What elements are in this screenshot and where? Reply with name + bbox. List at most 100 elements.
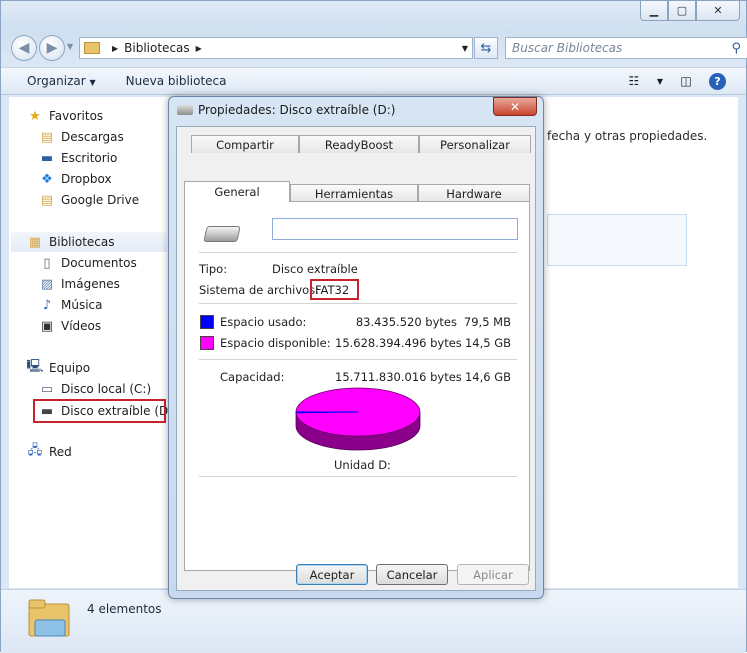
nav-desktop[interactable]: ▬ Escritorio: [39, 148, 118, 168]
search-icon[interactable]: ⚲: [731, 41, 741, 56]
capacity-label: Capacidad:: [220, 370, 285, 384]
type-value: Disco extraíble: [272, 262, 358, 276]
removable-drive-icon: [177, 105, 193, 115]
recent-pages-dropdown-icon[interactable]: ▼: [67, 42, 73, 51]
new-library-button[interactable]: Nueva biblioteca: [126, 74, 227, 88]
library-hint-box: [547, 214, 687, 266]
navigation-pane: ★ Favoritos ▤ Descargas ▬ Escritorio ❖ D…: [9, 97, 177, 588]
general-tab-panel: Tipo: Disco extraíble Sistema de archivo…: [184, 201, 530, 571]
capacity-size: 14,6 GB: [464, 370, 511, 384]
nav-downloads-label: Descargas: [61, 130, 124, 144]
toolbar-right: ☷ ▼ ◫ ?: [625, 72, 726, 90]
breadcrumb-chevron-icon[interactable]: ▶: [196, 44, 202, 53]
local-disk-icon: ▭: [40, 381, 54, 397]
forward-arrow-icon: ▶: [46, 40, 58, 56]
nav-network-label: Red: [49, 445, 72, 459]
separator: [199, 303, 517, 304]
command-bar: Organizar ▼ Nueva biblioteca ☷ ▼ ◫ ?: [1, 67, 746, 95]
nav-music[interactable]: ♪ Música: [39, 295, 103, 315]
nav-computer-label: Equipo: [49, 361, 91, 375]
nav-local-disk-c[interactable]: ▭ Disco local (C:): [39, 379, 151, 399]
maximize-icon: ▢: [676, 4, 688, 17]
tab-compartir[interactable]: Compartir: [191, 135, 299, 153]
volume-label-input[interactable]: [272, 218, 518, 240]
computer-icon: 🖳: [26, 359, 44, 374]
separator: [199, 476, 517, 477]
properties-dialog: Propiedades: Disco extraíble (D:) ✕ Comp…: [168, 96, 544, 599]
nav-documents-label: Documentos: [61, 256, 137, 270]
nav-pictures-label: Imágenes: [61, 277, 120, 291]
tab-readyboost[interactable]: ReadyBoost: [299, 135, 419, 153]
libraries-icon: ▦: [28, 234, 42, 250]
tab-hardware[interactable]: Hardware: [418, 184, 530, 202]
nav-libraries[interactable]: ▦ Bibliotecas: [11, 232, 167, 252]
nav-desktop-label: Escritorio: [61, 151, 118, 165]
address-bar[interactable]: ▶ Bibliotecas ▶ ▼: [79, 37, 473, 59]
nav-videos-label: Vídeos: [61, 319, 102, 333]
nav-dropbox-label: Dropbox: [61, 172, 112, 186]
tab-general[interactable]: General: [184, 181, 290, 202]
nav-downloads[interactable]: ▤ Descargas: [39, 127, 124, 147]
minimize-icon: ▁: [649, 4, 659, 17]
dialog-body: Compartir ReadyBoost Personalizar Genera…: [176, 126, 536, 591]
address-dropdown-icon[interactable]: ▼: [462, 44, 468, 53]
nav-pictures[interactable]: ▨ Imágenes: [39, 274, 120, 294]
close-icon: ✕: [713, 4, 723, 17]
close-button[interactable]: ✕: [696, 1, 740, 21]
filesystem-highlight: [310, 279, 359, 300]
forward-button[interactable]: ▶: [39, 35, 65, 61]
nav-network[interactable]: 🖧 Red: [27, 442, 72, 462]
maximize-button[interactable]: ▢: [668, 1, 696, 21]
nav-videos[interactable]: ▣ Vídeos: [39, 316, 101, 336]
free-space-label: Espacio disponible:: [220, 336, 331, 350]
separator: [199, 359, 517, 360]
removable-disk-highlight: [33, 399, 166, 423]
network-icon: 🖧: [27, 443, 43, 458]
refresh-button[interactable]: ⇆: [474, 37, 498, 59]
refresh-icon: ⇆: [480, 40, 492, 56]
cancel-button[interactable]: Cancelar: [376, 564, 448, 585]
organize-label: Organizar: [27, 74, 86, 88]
nav-favorites[interactable]: ★ Favoritos: [27, 106, 103, 126]
minimize-button[interactable]: ▁: [640, 1, 668, 21]
type-label: Tipo:: [199, 262, 228, 276]
free-space-bytes: 15.628.394.496 bytes: [335, 336, 462, 350]
search-input[interactable]: Buscar Bibliotecas ⚲: [505, 37, 747, 59]
view-options-dropdown-icon[interactable]: ▼: [657, 77, 663, 86]
libraries-large-icon: [28, 599, 70, 637]
music-icon: ♪: [42, 297, 52, 313]
drive-letter-label: Unidad D:: [334, 458, 391, 472]
nav-music-label: Música: [61, 298, 103, 312]
google-drive-folder-icon: ▤: [40, 192, 54, 208]
free-space-swatch: [200, 336, 214, 350]
tab-personalizar[interactable]: Personalizar: [419, 135, 531, 153]
breadcrumb-chevron-icon[interactable]: ▶: [112, 44, 118, 53]
back-button[interactable]: ◀: [11, 35, 37, 61]
help-icon[interactable]: ?: [709, 72, 726, 90]
nav-favorites-label: Favoritos: [49, 109, 104, 123]
nav-google-drive[interactable]: ▤ Google Drive: [39, 190, 139, 210]
used-space-bytes: 83.435.520 bytes: [355, 315, 457, 329]
change-view-icon[interactable]: ☷: [625, 72, 643, 90]
videos-icon: ▣: [40, 318, 54, 334]
organize-button[interactable]: Organizar ▼: [27, 74, 96, 88]
removable-drive-large-icon: [203, 226, 241, 242]
back-arrow-icon: ◀: [18, 40, 30, 56]
used-space-size: 79,5 MB: [463, 315, 511, 329]
close-icon: ✕: [509, 99, 521, 114]
window-caption-buttons: ▁ ▢ ✕: [640, 1, 740, 21]
ok-button[interactable]: Aceptar: [296, 564, 368, 585]
disk-usage-pie: [295, 387, 421, 451]
nav-computer[interactable]: 🖳 Equipo: [26, 358, 91, 378]
apply-button[interactable]: Aplicar: [457, 564, 529, 585]
dialog-close-button[interactable]: ✕: [493, 97, 537, 116]
dialog-title: Propiedades: Disco extraíble (D:): [198, 103, 396, 117]
downloads-folder-icon: ▤: [40, 129, 54, 145]
preview-pane-icon[interactable]: ◫: [677, 72, 695, 90]
tab-herramientas[interactable]: Herramientas: [290, 184, 418, 202]
breadcrumb-libraries[interactable]: Bibliotecas: [124, 41, 189, 55]
search-placeholder: Buscar Bibliotecas: [512, 41, 623, 55]
item-count: 4 elementos: [87, 602, 162, 616]
nav-dropbox[interactable]: ❖ Dropbox: [39, 169, 112, 189]
nav-documents[interactable]: ▯ Documentos: [39, 253, 137, 273]
